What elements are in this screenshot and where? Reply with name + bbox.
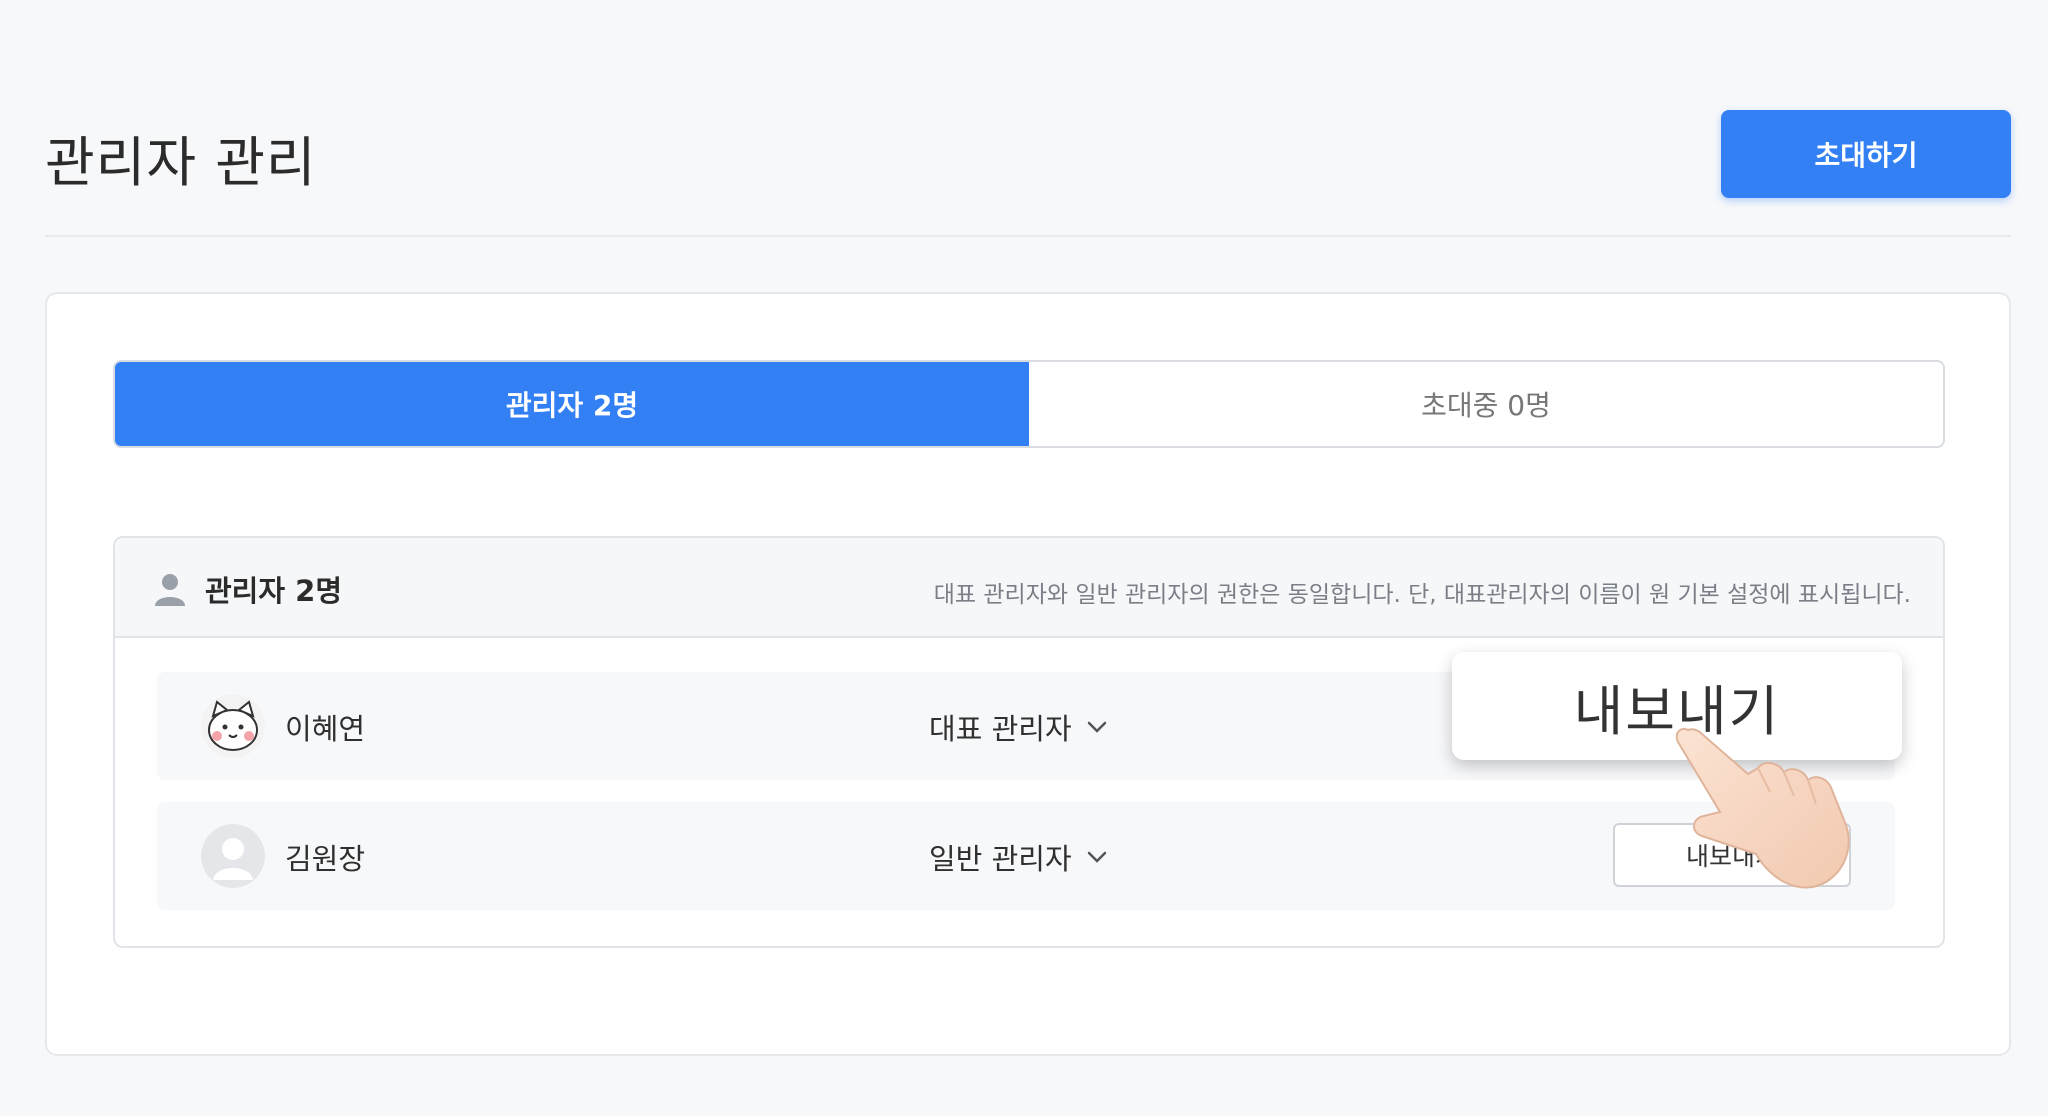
member-row: 김원장 일반 관리자 내보내기: [157, 802, 1895, 910]
member-name: 이혜연: [285, 712, 366, 746]
role-label: 대표 관리자: [929, 712, 1072, 746]
invite-button[interactable]: 초대하기: [1721, 110, 2011, 198]
chevron-down-icon: [1087, 851, 1106, 863]
role-dropdown[interactable]: 일반 관리자: [929, 836, 1108, 878]
person-icon: [155, 574, 185, 606]
member-name: 김원장: [285, 842, 366, 876]
tab-admins[interactable]: 관리자 2명: [115, 362, 1029, 446]
panel-note: 대표 관리자와 일반 관리자의 권한은 동일합니다. 단, 대표관리자의 이름이…: [933, 582, 1911, 608]
panel-header: 관리자 2명 대표 관리자와 일반 관리자의 권한은 동일합니다. 단, 대표관…: [115, 538, 1943, 638]
header-divider: [45, 235, 2011, 237]
chevron-down-icon: [1087, 721, 1106, 733]
default-user-avatar-icon: [201, 824, 265, 888]
cat-avatar-icon: [201, 694, 265, 758]
admin-management-page: 관리자 관리 초대하기 관리자 2명 초대중 0명 관리자 2명 대표 관리자와…: [0, 0, 2048, 1116]
role-label: 일반 관리자: [929, 842, 1072, 876]
tab-invited[interactable]: 초대중 0명: [1029, 362, 1943, 446]
page-title: 관리자 관리: [45, 131, 317, 194]
role-dropdown[interactable]: 대표 관리자: [929, 706, 1108, 748]
pointing-hand-icon: [1675, 728, 1850, 889]
tab-bar: 관리자 2명 초대중 0명: [113, 360, 1945, 448]
panel-title: 관리자 2명: [205, 574, 342, 608]
page-header: 관리자 관리 초대하기: [45, 110, 2011, 240]
